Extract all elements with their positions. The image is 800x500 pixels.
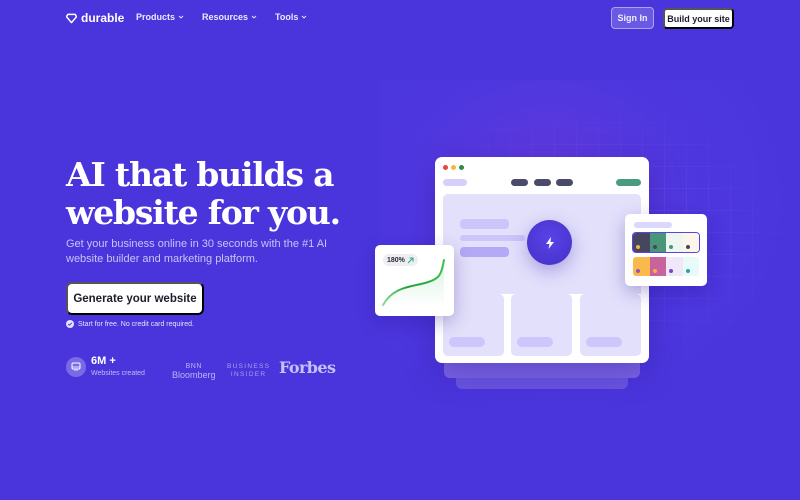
growth-badge-text: 180%: [387, 256, 405, 264]
mock-hero-panel: [443, 194, 641, 294]
mock-card: [511, 294, 572, 356]
color-swatch: [649, 233, 666, 252]
hero-title-line1: AI that builds a: [66, 155, 335, 194]
chevron-down-icon: [251, 15, 257, 19]
chevron-down-icon: [178, 15, 184, 19]
hero-title-line2: website for you.: [66, 193, 341, 232]
monitor-icon: [71, 362, 81, 371]
window-dot-maximize: [459, 165, 464, 170]
window-dot-minimize: [451, 165, 456, 170]
bnn-bloomberg-logo: BNN Bloomberg: [172, 362, 216, 380]
monitor-icon-badge: [66, 357, 86, 377]
nav-products[interactable]: Products: [136, 12, 184, 22]
color-swatch: [682, 257, 699, 276]
mock-nav-pill: [556, 179, 573, 186]
swatch-dot: [669, 269, 673, 273]
palette-option-selected[interactable]: [632, 232, 700, 253]
ai-generate-orb: [527, 220, 572, 265]
color-swatch: [649, 257, 666, 276]
lightning-bolt-icon: [545, 236, 554, 249]
mock-heading-bar: [460, 219, 509, 229]
window-dot-close: [443, 165, 448, 170]
swatch-dot: [652, 245, 657, 249]
color-palette-card: [625, 214, 707, 286]
palette-option[interactable]: [633, 257, 699, 276]
build-your-site-button[interactable]: Build your site: [663, 8, 734, 29]
arrow-up-right-icon: [407, 256, 414, 263]
chevron-down-icon: [302, 15, 307, 19]
swatch-dot: [685, 269, 690, 273]
swatch-dot: [636, 269, 640, 273]
palette-title-bar: [634, 222, 672, 228]
mock-card: [580, 294, 641, 356]
color-swatch: [682, 233, 699, 252]
swatch-dot: [652, 269, 657, 273]
growth-chart-card: 180%: [375, 245, 454, 316]
brand-name: durable: [81, 11, 125, 25]
mock-card-pill: [586, 337, 622, 347]
bi-logo-top: BUSINESS: [227, 363, 271, 370]
nav-resources[interactable]: Resources: [202, 12, 257, 22]
mock-nav-pill: [511, 179, 528, 186]
free-note-text: Start for free. No credit card required.: [78, 320, 194, 328]
bi-logo-bottom: INSIDER: [230, 371, 267, 378]
mock-logo-pill: [443, 179, 467, 186]
top-nav: durable Products Resources Tools Sign In…: [0, 0, 800, 36]
growth-badge: 180%: [383, 254, 418, 266]
diamond-icon: [66, 13, 77, 23]
nav-resources-label: Resources: [202, 12, 249, 22]
nav-tools[interactable]: Tools: [275, 12, 307, 22]
generate-website-button[interactable]: Generate your website: [66, 282, 204, 315]
mock-cta-pill: [616, 179, 641, 186]
check-circle-icon: [66, 320, 74, 328]
brand-logo[interactable]: durable: [66, 11, 124, 25]
bnn-logo-bottom: Bloomberg: [172, 370, 216, 380]
mock-text-bar: [460, 235, 525, 241]
nav-links: Products Resources Tools: [136, 12, 307, 22]
mock-card-pill: [517, 337, 553, 347]
color-swatch: [633, 233, 650, 252]
mock-nav-pill: [534, 179, 551, 186]
hero-title: AI that builds a website for you.: [66, 156, 386, 232]
business-insider-logo: BUSINESS INSIDER: [227, 363, 270, 379]
websites-count: 6M +: [91, 355, 116, 367]
websites-count-label: Websites created: [91, 370, 145, 377]
mock-button-bar: [460, 247, 509, 257]
window-controls: [443, 165, 464, 170]
swatch-dot: [636, 245, 640, 249]
free-note: Start for free. No credit card required.: [66, 320, 194, 328]
swatch-dot: [685, 245, 690, 249]
color-swatch: [666, 233, 683, 252]
forbes-logo: Forbes: [279, 358, 336, 377]
color-swatch: [666, 257, 683, 276]
swatch-dot: [669, 245, 673, 249]
sign-in-button[interactable]: Sign In: [611, 7, 654, 29]
browser-mockup: [435, 157, 649, 363]
color-swatch: [633, 257, 650, 276]
mock-card-pill: [449, 337, 485, 347]
nav-products-label: Products: [136, 12, 176, 22]
hero-subtitle: Get your business online in 30 seconds w…: [66, 238, 328, 265]
nav-tools-label: Tools: [275, 12, 299, 22]
